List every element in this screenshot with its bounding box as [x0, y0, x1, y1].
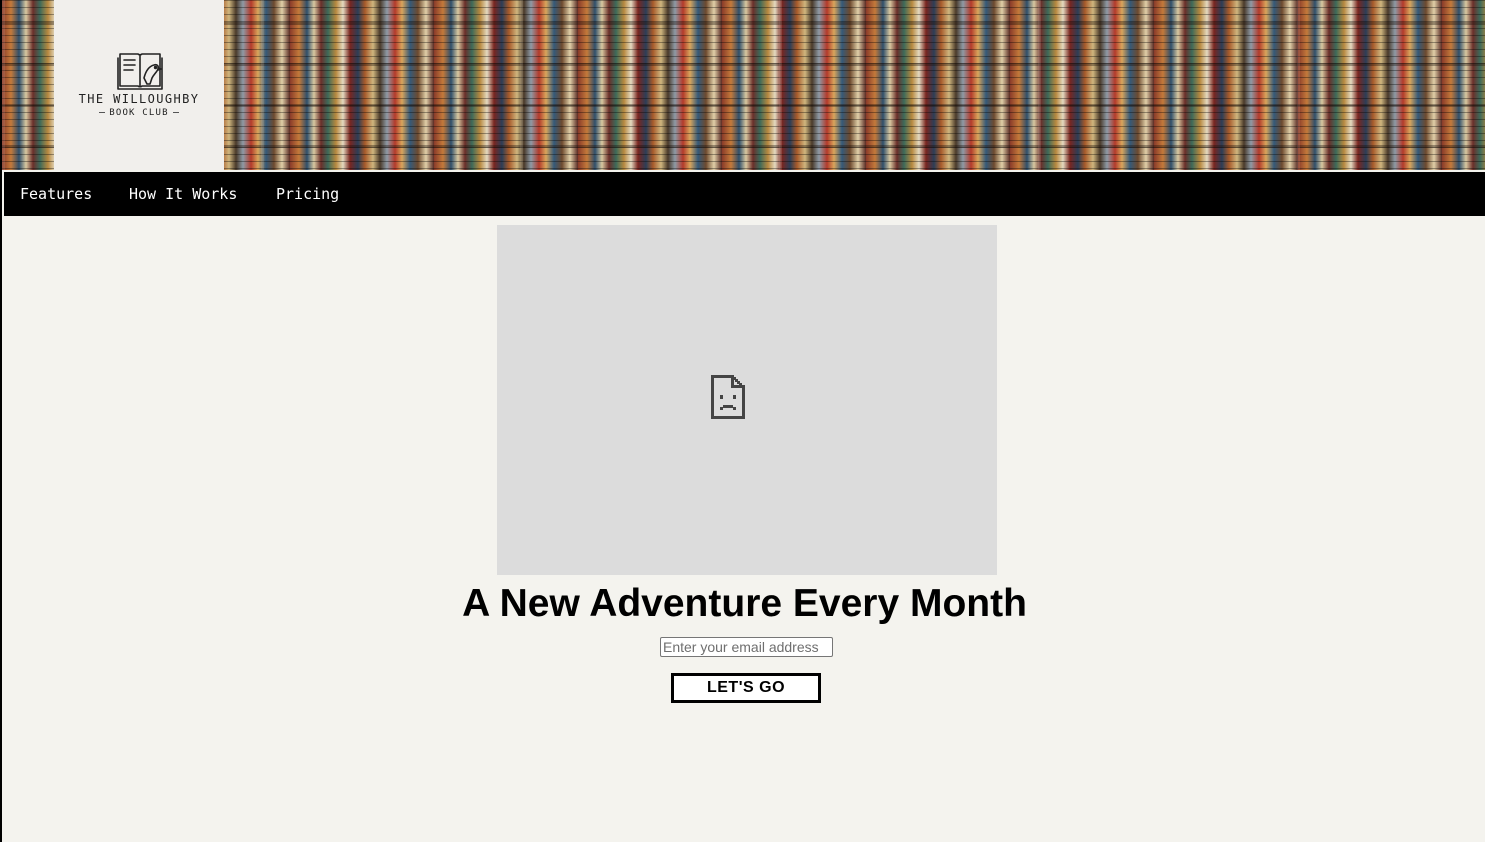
book-bird-icon [117, 53, 163, 90]
lets-go-button[interactable]: LET'S GO [671, 673, 821, 703]
nav-link-features[interactable]: Features [20, 172, 92, 216]
logo-subtitle: BOOK CLUB [54, 108, 224, 118]
logo-subtitle-text: BOOK CLUB [109, 108, 169, 118]
nav-link-pricing[interactable]: Pricing [276, 172, 339, 216]
page-headline: A New Adventure Every Month [462, 582, 1027, 625]
page: THE WILLOUGHBY BOOK CLUB Features How It… [0, 0, 1485, 842]
main-nav: Features How It Works Pricing [4, 172, 1485, 216]
header-banner: THE WILLOUGHBY BOOK CLUB [2, 0, 1485, 170]
site-logo[interactable]: THE WILLOUGHBY BOOK CLUB [54, 0, 224, 170]
broken-page-icon [711, 375, 745, 419]
email-field[interactable] [660, 637, 833, 657]
nav-link-how-it-works[interactable]: How It Works [129, 172, 237, 216]
logo-title: THE WILLOUGHBY [78, 92, 200, 106]
video-placeholder[interactable] [497, 225, 997, 575]
